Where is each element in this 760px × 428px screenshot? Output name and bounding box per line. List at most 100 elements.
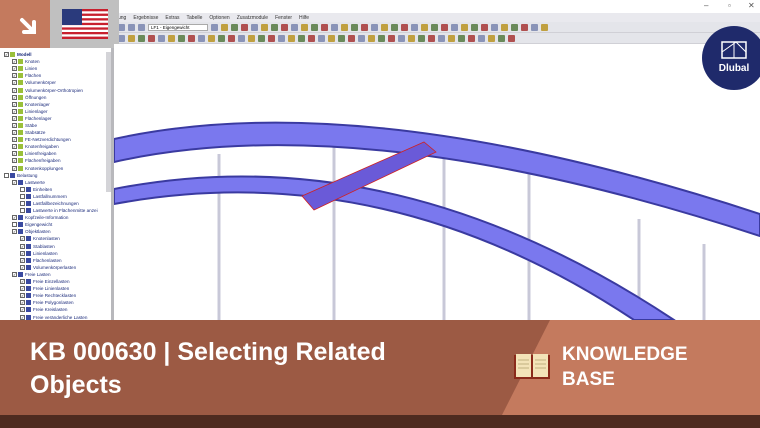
checkbox[interactable]: [20, 208, 25, 214]
checkbox[interactable]: ✓: [12, 80, 17, 86]
toolbar-icon[interactable]: [148, 34, 155, 42]
toolbar-icon[interactable]: [128, 23, 135, 31]
checkbox[interactable]: ✓: [20, 293, 25, 299]
menu-item[interactable]: Hilfe: [299, 15, 309, 21]
toolbar-icon[interactable]: [541, 23, 548, 31]
tree-item[interactable]: ✓ Knoten: [0, 58, 111, 65]
toolbar-icon[interactable]: [301, 23, 308, 31]
tree-item[interactable]: ✓ Freie Kreislasten: [0, 306, 111, 313]
toolbar-icon[interactable]: [498, 34, 505, 42]
toolbar-icon[interactable]: [431, 23, 438, 31]
checkbox[interactable]: ✓: [12, 73, 17, 79]
toolbar-icon[interactable]: [311, 23, 318, 31]
toolbar-icon[interactable]: [198, 34, 205, 42]
tree-item[interactable]: Belastung: [0, 172, 111, 179]
toolbar-icon[interactable]: [491, 23, 498, 31]
tree-item[interactable]: ✓ Knotenfreigaben: [0, 143, 111, 150]
toolbar-icon[interactable]: [218, 34, 225, 42]
toolbar-icon[interactable]: [468, 34, 475, 42]
checkbox[interactable]: ✓: [12, 108, 17, 114]
toolbar-icon[interactable]: [271, 23, 278, 31]
tree-item[interactable]: ✓ Freie Rechtecklasten: [0, 292, 111, 299]
toolbar-icon[interactable]: [471, 23, 478, 31]
tree-item[interactable]: ✓ Flächenlasten: [0, 257, 111, 264]
close-button[interactable]: ✕: [748, 1, 755, 10]
minimize-button[interactable]: –: [704, 1, 708, 10]
tree-item[interactable]: ✓ Modell: [0, 51, 111, 58]
toolbar-icon[interactable]: [508, 34, 515, 42]
toolbar-icon[interactable]: [451, 23, 458, 31]
3d-viewport[interactable]: [114, 44, 760, 320]
tree-item[interactable]: ✓ Knotenkopplungen: [0, 165, 111, 172]
toolbar-icon[interactable]: [388, 34, 395, 42]
toolbar-icon[interactable]: [521, 23, 528, 31]
tree-item[interactable]: ✓ Linien: [0, 65, 111, 72]
toolbar-icon[interactable]: [511, 23, 518, 31]
toolbar-icon[interactable]: [128, 34, 135, 42]
tree-item[interactable]: ✓ Volumenkörper: [0, 79, 111, 86]
toolbar-icon[interactable]: [421, 23, 428, 31]
toolbar-icon[interactable]: [261, 23, 268, 31]
tree-item[interactable]: ✓ Volumenkörper-Orthotropien: [0, 86, 111, 93]
tree-item[interactable]: ✓ Flächenfreigaben: [0, 157, 111, 164]
toolbar-icon[interactable]: [248, 34, 255, 42]
tree-item[interactable]: ✓ Kopfzeile-Information: [0, 214, 111, 221]
menu-item[interactable]: Ergebnisse: [133, 15, 158, 21]
checkbox[interactable]: ✓: [12, 66, 17, 72]
checkbox[interactable]: ✓: [12, 144, 17, 150]
toolbar-icon[interactable]: [348, 34, 355, 42]
checkbox[interactable]: ✓: [12, 158, 17, 164]
tree-item[interactable]: Eigengewicht: [0, 221, 111, 228]
toolbar-icon[interactable]: [241, 23, 248, 31]
toolbar-icon[interactable]: [228, 34, 235, 42]
toolbar-icon[interactable]: [178, 34, 185, 42]
toolbar-icon[interactable]: [371, 23, 378, 31]
toolbar-icon[interactable]: [378, 34, 385, 42]
toolbar-icon[interactable]: [321, 23, 328, 31]
toolbar-icon[interactable]: [258, 34, 265, 42]
tree-item[interactable]: ✓ Freie Einzellasten: [0, 278, 111, 285]
tree-item[interactable]: ✓ Freie Polygonlasten: [0, 299, 111, 306]
toolbar-icon[interactable]: [381, 23, 388, 31]
checkbox[interactable]: ✓: [20, 243, 25, 249]
tree-item[interactable]: ✓ Flächenlager: [0, 115, 111, 122]
checkbox[interactable]: ✓: [20, 236, 25, 242]
toolbar-icon[interactable]: [428, 34, 435, 42]
toolbar-icon[interactable]: [298, 34, 305, 42]
checkbox[interactable]: ✓: [12, 151, 17, 157]
tree-item[interactable]: ✓ Stäbe: [0, 122, 111, 129]
tree-item[interactable]: ✓ Objektlasten: [0, 228, 111, 235]
checkbox[interactable]: ✓: [20, 264, 25, 270]
toolbar-icon[interactable]: [188, 34, 195, 42]
checkbox[interactable]: ✓: [20, 250, 25, 256]
tree-item[interactable]: ✓ Stablasten: [0, 243, 111, 250]
toolbar-icon[interactable]: [291, 23, 298, 31]
toolbar-icon[interactable]: [278, 34, 285, 42]
toolbar-icon[interactable]: [231, 23, 238, 31]
checkbox[interactable]: ✓: [20, 286, 25, 292]
toolbar-icon[interactable]: [401, 23, 408, 31]
menu-item[interactable]: Optionen: [209, 15, 229, 21]
tree-item[interactable]: Lastwerte in Flächenmitte anzei: [0, 207, 111, 214]
toolbar-icon[interactable]: [408, 34, 415, 42]
tree-item[interactable]: ✓ Linienfreigaben: [0, 150, 111, 157]
toolbar-icon[interactable]: [138, 34, 145, 42]
toolbar-icon[interactable]: [251, 23, 258, 31]
tree-item[interactable]: ✓ Stabsätze: [0, 129, 111, 136]
toolbar-icon[interactable]: [441, 23, 448, 31]
language-flag[interactable]: [50, 0, 119, 48]
tree-item[interactable]: ✓ Volumenkörperlasten: [0, 264, 111, 271]
tree-item[interactable]: ✓ Öffnungen: [0, 94, 111, 101]
toolbar-icon[interactable]: [318, 34, 325, 42]
toolbar-icon[interactable]: [238, 34, 245, 42]
toolbar-icon[interactable]: [368, 34, 375, 42]
toolbar-icon[interactable]: [118, 23, 125, 31]
menu-item[interactable]: Zusatzmodule: [237, 15, 268, 21]
checkbox[interactable]: ✓: [20, 279, 25, 285]
checkbox[interactable]: ✓: [4, 52, 9, 58]
toolbar-icon[interactable]: [138, 23, 145, 31]
checkbox[interactable]: ✓: [12, 215, 17, 221]
toolbar-icon[interactable]: [331, 23, 338, 31]
checkbox[interactable]: ✓: [12, 122, 17, 128]
toolbar-icon[interactable]: [411, 23, 418, 31]
